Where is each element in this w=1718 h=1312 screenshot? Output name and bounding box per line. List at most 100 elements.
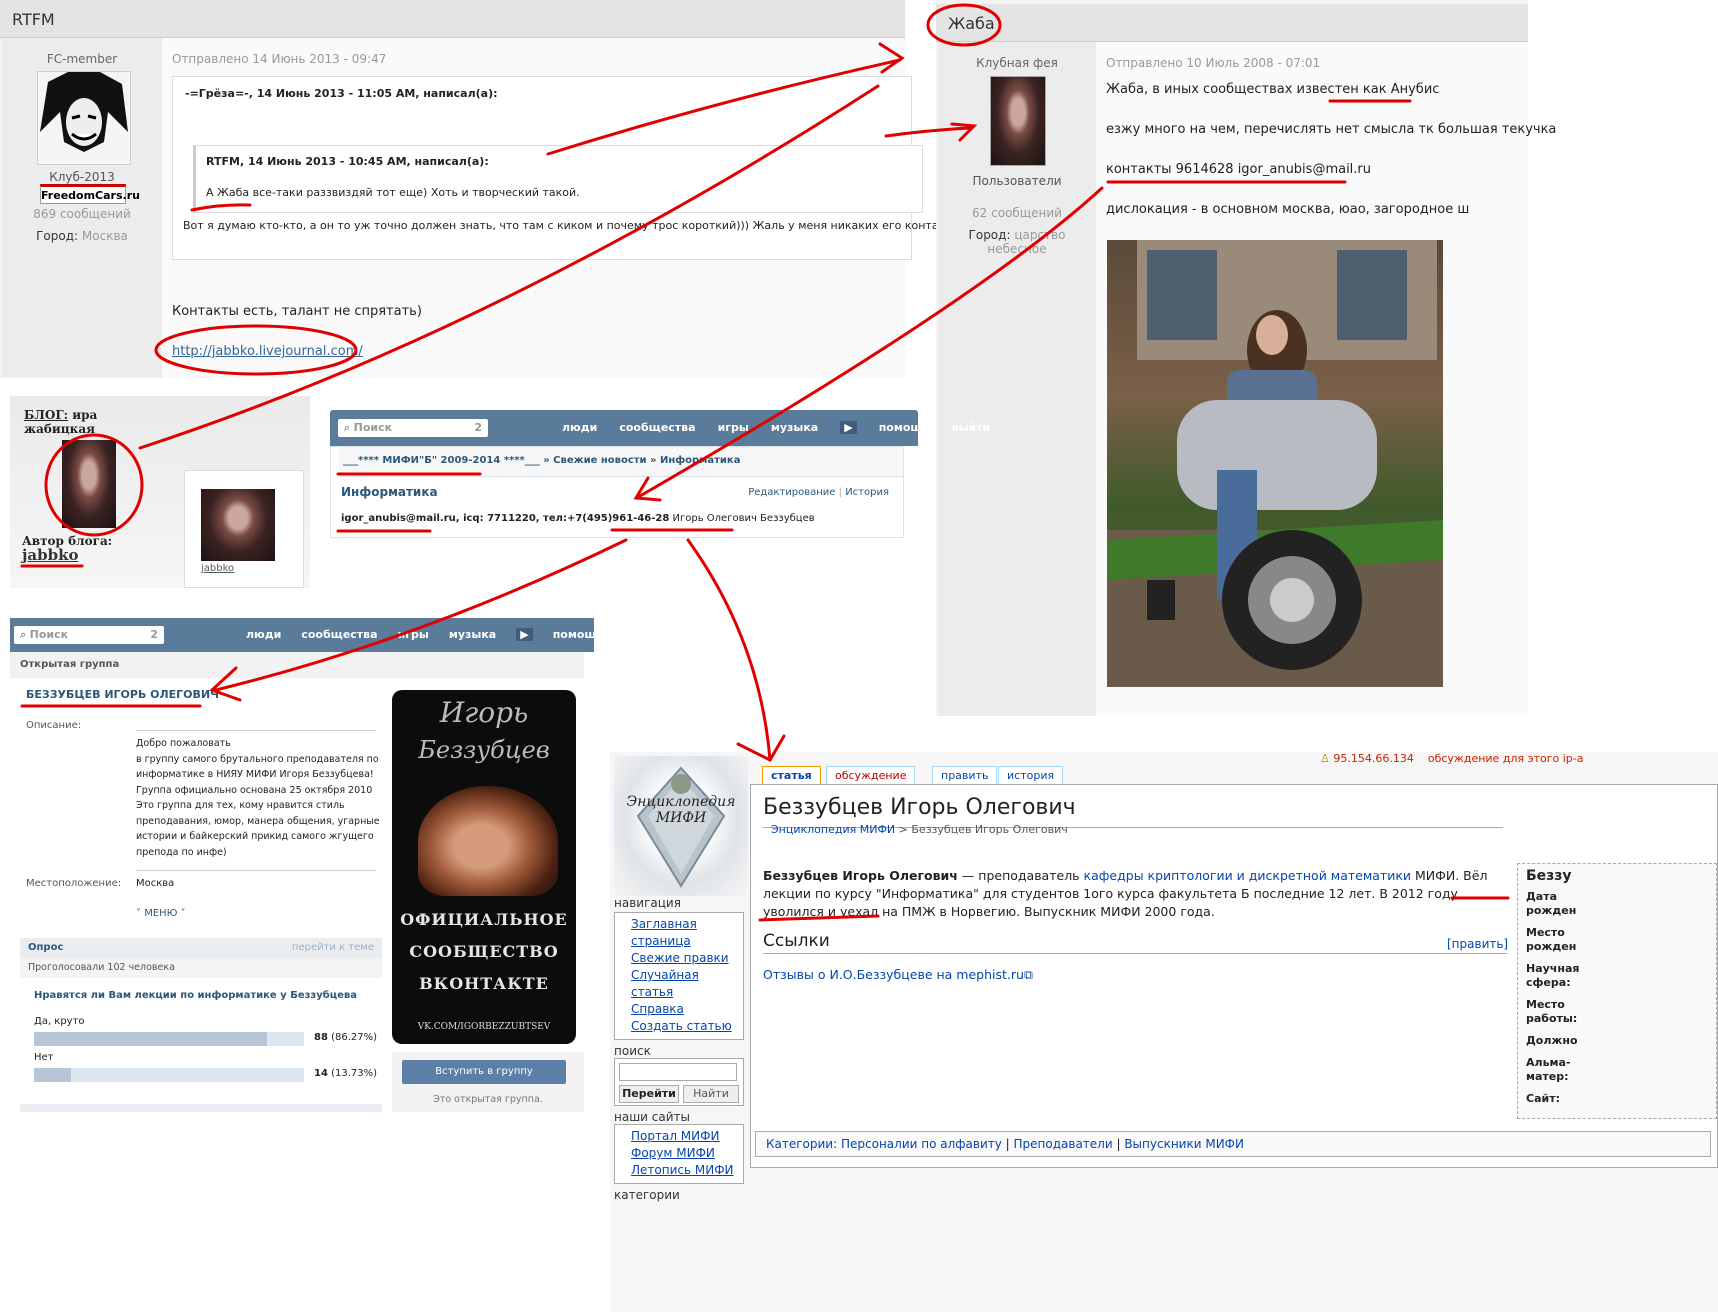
tab-edit[interactable]: править: [932, 766, 998, 784]
menu-music[interactable]: музыка: [449, 628, 496, 641]
post-line-4: дислокация - в основном москва, юао, заг…: [1106, 202, 1470, 217]
search-icon: ⌕: [344, 421, 351, 434]
user-group: Пользователи: [972, 174, 1062, 188]
user-avatar[interactable]: [37, 71, 131, 165]
user-avatar[interactable]: [990, 76, 1046, 166]
join-box: Вступить в группу Это открытая группа.: [392, 1052, 584, 1112]
wiki-sidebar: навигация Заглавная страница Свежие прав…: [614, 896, 744, 1312]
wiki-logo[interactable]: Энциклопедия МИФИ: [614, 756, 748, 896]
menu-logout[interactable]: выйти: [952, 421, 991, 434]
blog-small-caption[interactable]: jabbko: [201, 563, 234, 574]
blog-small-avatar[interactable]: [201, 489, 275, 561]
nav-link-create[interactable]: Создать статью: [631, 1018, 737, 1035]
nav-link-recent[interactable]: Свежие правки: [631, 950, 737, 967]
department-link[interactable]: кафедры криптологии и дискретной математ…: [1084, 868, 1411, 883]
wiki-tabs: статья обсуждение править история: [762, 766, 1718, 784]
group-poster[interactable]: Игорь Беззубцев ОФИЦИАЛЬНОЕ СООБЩЕСТВО В…: [392, 690, 576, 1044]
ip-talk-link[interactable]: обсуждение для этого ip-а: [1428, 752, 1584, 765]
blog-avatar[interactable]: [62, 440, 116, 528]
breadcrumb-group[interactable]: ___**** МИФИ"Б" 2009-2014 ****___: [343, 455, 540, 466]
find-button[interactable]: Найти: [683, 1085, 739, 1103]
menu-people[interactable]: люди: [246, 628, 281, 641]
menu-logout[interactable]: выйти: [624, 628, 663, 641]
post-username[interactable]: RTFM: [12, 10, 55, 29]
infobox-field: Место рожден: [1526, 926, 1577, 953]
sites-heading: наши сайты: [614, 1110, 691, 1124]
menu-music[interactable]: музыка: [771, 421, 818, 434]
post-username[interactable]: Жаба: [948, 14, 995, 33]
site-link[interactable]: Портал МИФИ: [631, 1128, 737, 1145]
categories-heading: категории: [614, 1188, 680, 1202]
external-link[interactable]: Отзывы о И.О.Беззубцеве на mephist.ru⧉: [763, 967, 1033, 983]
play-icon[interactable]: ▶: [840, 421, 857, 434]
poll-topic-link[interactable]: перейти к теме: [292, 942, 374, 953]
tab-article[interactable]: статья: [762, 766, 821, 784]
join-group-button[interactable]: Вступить в группу: [402, 1060, 566, 1084]
nav-link-help[interactable]: Справка: [631, 1001, 737, 1018]
forum-post-rtfm: RTFM FC-member Клуб-2013 FreedomCars.ru …: [0, 0, 1002, 378]
menu-communities[interactable]: сообщества: [301, 628, 377, 641]
poll-voted: Проголосовали 102 человека: [20, 958, 382, 978]
user-rank: Клубная фея: [976, 56, 1058, 70]
vk-topbar: ⌕ Поиск 2 люди сообщества игры музыка ▶ …: [10, 618, 662, 652]
tab-history[interactable]: история: [998, 766, 1064, 784]
categories-label[interactable]: Категории:: [766, 1137, 837, 1151]
category-link[interactable]: Персоналии по алфавиту: [841, 1137, 1002, 1151]
history-link[interactable]: История: [845, 487, 889, 498]
user-city: Город: Москва: [36, 229, 128, 243]
menu-people[interactable]: люди: [562, 421, 597, 434]
poll-header: Опрос перейти к теме: [20, 938, 382, 958]
nav-link-random[interactable]: Случайная статья: [631, 967, 737, 1001]
section-edit-link[interactable]: [править]: [1447, 937, 1508, 951]
breadcrumb-link[interactable]: Энциклопедия МИФИ: [771, 823, 895, 836]
ip-link[interactable]: 95.154.66.134: [1333, 752, 1413, 765]
user-posts: 869 сообщений: [33, 207, 131, 221]
menu-help[interactable]: помощь: [553, 628, 604, 641]
tab-discussion[interactable]: обсуждение: [826, 766, 916, 784]
menu-games[interactable]: игры: [718, 421, 749, 434]
quote-inner-author: RTFM, 14 Июнь 2013 - 10:45 AM, написал(а…: [206, 155, 489, 168]
infobox-field: Дата рожден: [1526, 890, 1577, 917]
blog-author-link[interactable]: jabbko: [22, 546, 79, 564]
nav-heading: навигация: [614, 896, 681, 910]
menu-help[interactable]: помощь: [879, 421, 930, 434]
poster-line: СООБЩЕСТВО: [409, 942, 559, 961]
infobox: Беззу Дата рожден Место рожден Научная с…: [1517, 863, 1717, 1119]
post-sidebar: FC-member Клуб-2013 FreedomCars.ru 869 с…: [2, 38, 162, 378]
breadcrumb-rest[interactable]: » Свежие новости » Информатика: [543, 455, 740, 466]
search-portlet: Перейти Найти: [614, 1058, 744, 1106]
edit-link[interactable]: Редактирование: [748, 487, 835, 498]
blog-link[interactable]: http://jabbko.livejournal.com/: [172, 344, 363, 359]
poster-line: ОФИЦИАЛЬНОЕ: [400, 910, 568, 929]
site-link[interactable]: Летопись МИФИ: [631, 1162, 737, 1179]
vk-search-input[interactable]: ⌕ Поиск 2: [14, 626, 164, 644]
menu-games[interactable]: игры: [398, 628, 429, 641]
poll-question: Нравятся ли Вам лекции по информатике у …: [34, 990, 357, 1001]
contact-email[interactable]: igor_anubis@mail.ru: [341, 513, 456, 524]
motorcycle-photo[interactable]: [1107, 240, 1443, 687]
infobox-field: Научная сфера:: [1526, 962, 1580, 989]
wiki-personal-bar: ♙ 95.154.66.134 обсуждение для этого ip-…: [1320, 752, 1584, 765]
divider: [136, 730, 376, 731]
site-link[interactable]: Форум МИФИ: [631, 1145, 737, 1162]
post-line-2: езжу много на чем, перечислять нет смысл…: [1106, 122, 1557, 137]
vk-page-actions: Редактирование | История: [748, 487, 889, 498]
nav-link-main[interactable]: Заглавная страница: [631, 916, 721, 950]
go-button[interactable]: Перейти: [619, 1085, 679, 1103]
wiki-search-input[interactable]: [619, 1063, 737, 1081]
play-icon[interactable]: ▶: [516, 628, 533, 641]
sites-portlet: Портал МИФИ Форум МИФИ Летопись МИФИ: [614, 1124, 744, 1184]
post-body: Отправлено 10 Июль 2008 - 07:01 Жаба, в …: [1096, 42, 1556, 716]
contact-phones: , icq: 7711220, тел:+7(495)961-46-28: [455, 513, 670, 524]
category-link[interactable]: Выпускники МИФИ: [1124, 1137, 1244, 1151]
post-body: Отправлено 14 Июнь 2013 - 09:47 -=Грёза=…: [162, 38, 1002, 378]
user-posts: 62 сообщений: [972, 206, 1062, 220]
vk-search-input[interactable]: ⌕ Поиск 2: [338, 419, 488, 437]
divider: [136, 870, 376, 871]
menu-communities[interactable]: сообщества: [619, 421, 695, 434]
poster-line: Беззубцев: [418, 736, 550, 764]
category-link[interactable]: Преподаватели: [1014, 1137, 1113, 1151]
vk-wiki-body: ___**** МИФИ"Б" 2009-2014 ****___ » Свеж…: [330, 446, 904, 538]
poster-line: ВКОНТАКТЕ: [419, 974, 549, 993]
menu-toggle[interactable]: ˅ МЕНЮ ˅: [136, 908, 186, 919]
